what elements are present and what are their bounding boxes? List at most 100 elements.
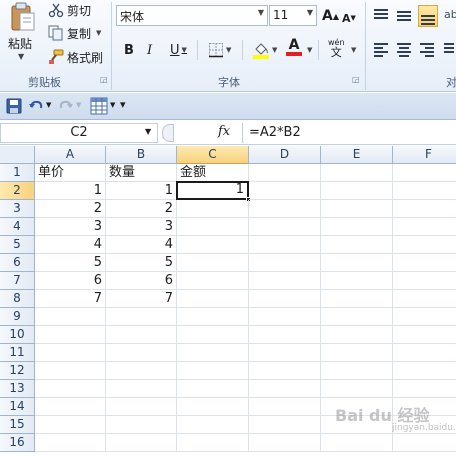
align-top-button[interactable] [372,6,390,24]
cell-c7[interactable] [177,272,249,290]
cell-c9[interactable] [177,308,249,326]
cell-d7[interactable] [249,272,321,290]
cell-b3[interactable]: 2 [106,200,177,218]
cell-b7[interactable]: 6 [106,272,177,290]
row-header-4[interactable]: 4 [0,218,35,236]
chevron-down-icon[interactable]: ▼ [18,52,24,61]
cell-d15[interactable] [249,416,321,434]
column-header-f[interactable]: F [393,146,456,164]
row-header-2[interactable]: 2 [0,182,35,200]
cell-e12[interactable] [321,362,393,380]
table-icon[interactable] [90,97,108,115]
row-header-13[interactable]: 13 [0,380,35,398]
cell-e7[interactable] [321,272,393,290]
cell-a3[interactable]: 2 [35,200,106,218]
cell-c15[interactable] [177,416,249,434]
cell-d1[interactable] [249,164,321,182]
row-header-15[interactable]: 15 [0,416,35,434]
font-name-combo[interactable]: 宋体 ▼ [116,5,268,26]
cell-a6[interactable]: 5 [35,254,106,272]
insert-function-icon[interactable]: fx [218,124,230,139]
cell-f13[interactable] [393,380,456,398]
row-header-7[interactable]: 7 [0,272,35,290]
expand-handle[interactable] [162,124,174,142]
cell-b6[interactable]: 5 [106,254,177,272]
cell-c11[interactable] [177,344,249,362]
row-header-12[interactable]: 12 [0,362,35,380]
select-all-corner[interactable] [0,146,35,164]
cell-a8[interactable]: 7 [35,290,106,308]
cell-d14[interactable] [249,398,321,416]
row-header-14[interactable]: 14 [0,398,35,416]
chevron-down-icon[interactable]: ▼ [96,29,101,37]
cell-c2[interactable]: 1 [176,181,249,200]
cell-a2[interactable]: 1 [35,182,106,200]
cell-b15[interactable] [106,416,177,434]
column-header-e[interactable]: E [321,146,393,164]
underline-button[interactable]: U ▼ [170,40,187,60]
chevron-down-icon[interactable]: ▼ [145,127,151,136]
cell-a16[interactable] [35,434,106,452]
cell-f7[interactable] [393,272,456,290]
paste-button[interactable]: 粘贴 ▼ [4,2,42,70]
italic-button[interactable]: I [147,40,152,60]
cell-e3[interactable] [321,200,393,218]
cell-b5[interactable]: 4 [106,236,177,254]
cell-b10[interactable] [106,326,177,344]
cell-a15[interactable] [35,416,106,434]
column-header-c[interactable]: C [177,146,249,164]
cell-e9[interactable] [321,308,393,326]
bold-button[interactable]: B [124,40,134,60]
chevron-down-icon[interactable]: ▼ [351,46,356,54]
cell-e5[interactable] [321,236,393,254]
cell-d16[interactable] [249,434,321,452]
column-header-a[interactable]: A [35,146,106,164]
font-color-button[interactable]: A [286,38,302,58]
column-header-d[interactable]: D [249,146,321,164]
borders-button[interactable]: ▼ [208,40,231,60]
cell-e16[interactable] [321,434,393,452]
cell-d4[interactable] [249,218,321,236]
copy-button[interactable]: 复制 ▼ [48,23,101,43]
format-painter-button[interactable]: 格式刷 [48,47,103,67]
cell-d8[interactable] [249,290,321,308]
cell-e6[interactable] [321,254,393,272]
chevron-down-icon[interactable]: ▼ [46,101,51,109]
cell-a14[interactable] [35,398,106,416]
font-size-combo[interactable]: 11 ▼ [269,5,317,26]
name-box[interactable]: C2 [0,123,158,143]
cell-a7[interactable]: 6 [35,272,106,290]
cell-b11[interactable] [106,344,177,362]
phonetic-button[interactable]: wén 文 [328,38,345,58]
align-middle-button[interactable] [395,6,413,24]
align-right-button[interactable] [418,40,436,58]
cell-d9[interactable] [249,308,321,326]
cell-d3[interactable] [249,200,321,218]
cell-b1[interactable]: 数量 [106,164,177,182]
cell-a13[interactable] [35,380,106,398]
cell-f2[interactable] [393,182,456,200]
cell-b14[interactable] [106,398,177,416]
cell-c16[interactable] [177,434,249,452]
chevron-down-icon[interactable]: ▼ [258,8,264,17]
column-header-b[interactable]: B [106,146,177,164]
row-header-8[interactable]: 8 [0,290,35,308]
shrink-font-button[interactable]: A ▼ [342,8,356,28]
cell-c12[interactable] [177,362,249,380]
cell-b2[interactable]: 1 [106,182,177,200]
cell-e11[interactable] [321,344,393,362]
cell-b4[interactable]: 3 [106,218,177,236]
cell-e13[interactable] [321,380,393,398]
cell-d6[interactable] [249,254,321,272]
cell-c10[interactable] [177,326,249,344]
grow-font-button[interactable]: A ▲ [322,6,339,26]
cell-d5[interactable] [249,236,321,254]
formula-input[interactable]: =A2*B2 [242,123,456,143]
cell-b8[interactable]: 7 [106,290,177,308]
cell-b12[interactable] [106,362,177,380]
chevron-down-icon[interactable]: ▼ [226,46,231,54]
cell-b13[interactable] [106,380,177,398]
cell-c5[interactable] [177,236,249,254]
chevron-down-icon[interactable]: ▼ [182,46,187,54]
chevron-down-icon[interactable]: ▼ [76,101,81,109]
